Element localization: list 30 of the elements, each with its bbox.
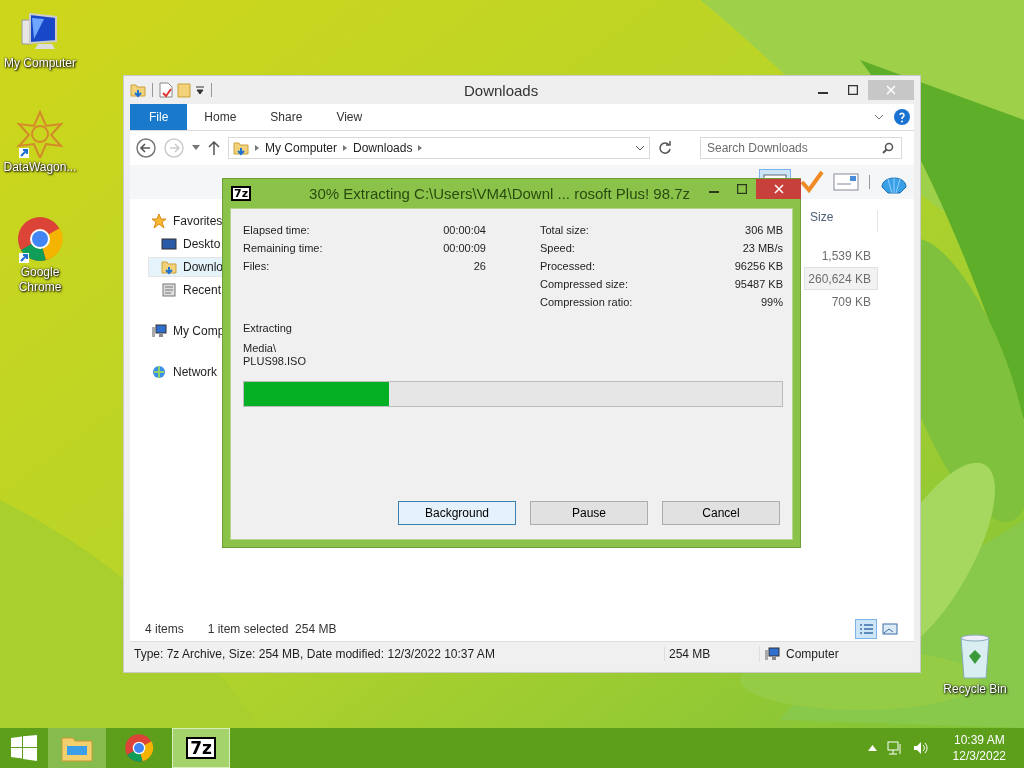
stat-label: Compressed size: xyxy=(540,278,629,290)
stat-value: 99% xyxy=(760,296,783,308)
stat-label: Compression ratio: xyxy=(540,296,633,308)
file-path: Media\ xyxy=(243,342,277,354)
archiver-logo-icon: 7z xyxy=(186,737,216,759)
clock-time: 10:39 AM xyxy=(953,732,1005,748)
clock-date: 12/3/2022 xyxy=(952,748,1006,764)
stat-label: Remaining time: xyxy=(243,242,323,254)
stat-value: 306 MB xyxy=(745,224,783,236)
stat-value: 23 MB/s xyxy=(742,242,783,254)
stat-value: 26 xyxy=(473,260,486,272)
file-size: 254 MB xyxy=(664,647,759,661)
dialog-title: 30% Extracting C:\Users\VM4\Downl ... rosoft Plus! 98.7z xyxy=(309,185,691,202)
selection-info: 1 item selected 254 MB xyxy=(207,621,337,636)
stat-value: 95487 KB xyxy=(734,278,783,290)
window-title: Downloads xyxy=(464,81,539,99)
archiver-logo-icon: 7z xyxy=(231,186,252,201)
file-details: Type: 7z Archive, Size: 254 MB, Date modified: 12/3/2022 10:37 AM xyxy=(133,647,496,661)
stat-label: Files: xyxy=(243,260,270,272)
stat-value: 00:00:04 xyxy=(443,224,486,236)
stat-value: 96256 KB xyxy=(734,260,783,272)
stat-label: Total size: xyxy=(540,224,589,236)
file-path: PLUS98.ISO xyxy=(243,355,306,367)
item-count: 4 items xyxy=(145,621,184,636)
stat-label: Processed: xyxy=(540,260,596,272)
status-text: Extracting xyxy=(243,322,293,334)
stat-value: 00:00:09 xyxy=(443,242,486,254)
stat-label: Elapsed time: xyxy=(243,224,310,236)
location-label: Computer xyxy=(786,647,839,661)
stat-label: Speed: xyxy=(540,242,575,254)
